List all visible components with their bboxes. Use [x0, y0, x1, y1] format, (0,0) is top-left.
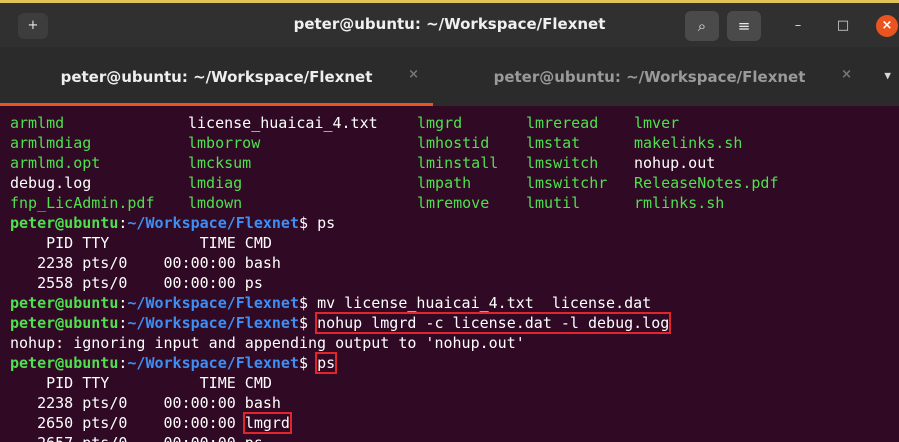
listing-row: fnp_LicAdmin.pdf lmdown lmremove lmutil rmli…: [10, 193, 895, 213]
prompt-symbol: $: [299, 314, 318, 332]
listing-row: armlmd license_huaicai_4.txt lmgrd lmreread…: [10, 113, 895, 133]
file-name: makelinks.sh: [634, 134, 743, 152]
hamburger-menu-icon[interactable]: ≡: [727, 11, 761, 41]
prompt-line: peter@ubuntu:~/Workspace/Flexnet$ ps: [10, 213, 895, 233]
active-tab-indicator: [0, 103, 433, 106]
output-line: PID TTY TIME CMD: [10, 374, 272, 392]
command-text: ps: [317, 214, 336, 232]
prompt-line: peter@ubuntu:~/Workspace/Flexnet$ nohup …: [10, 312, 895, 334]
output-line: nohup: ignoring input and appending outp…: [10, 334, 525, 352]
terminal-output[interactable]: armlmd license_huaicai_4.txt lmgrd lmreread…: [10, 113, 895, 442]
file-name: lmutil: [526, 194, 581, 212]
prompt-path: ~/Workspace/Flexnet: [127, 294, 299, 312]
highlighted-command: ps: [315, 352, 338, 374]
prompt-symbol: $: [299, 354, 318, 372]
highlighted-command: nohup lmgrd -c license.dat -l debug.log: [315, 312, 672, 334]
window-title: peter@ubuntu: ~/Workspace/Flexnet: [293, 15, 606, 33]
file-name: nohup.out: [634, 154, 716, 172]
file-name: ReleaseNotes.pdf: [634, 174, 779, 192]
prompt-path: ~/Workspace/Flexnet: [127, 214, 299, 232]
highlighted-process: lmgrd: [242, 412, 292, 434]
file-name: lmswitch: [526, 154, 599, 172]
prompt-user: peter@ubuntu: [10, 354, 119, 372]
file-name: lmhostid: [417, 134, 490, 152]
file-name: lmver: [634, 114, 680, 132]
file-name: lmstat: [526, 134, 581, 152]
tab-close-icon[interactable]: ×: [408, 67, 419, 82]
output-line: 2558 pts/0 00:00:00 ps: [10, 274, 263, 292]
file-name: lmswitchr: [526, 174, 608, 192]
terminal-window: + peter@ubuntu: ~/Workspace/Flexnet ⌕ ≡ …: [0, 0, 899, 442]
file-name: lmreread: [526, 114, 599, 132]
file-name: lmborrow: [188, 134, 261, 152]
output-line: 2238 pts/0 00:00:00 bash: [10, 394, 281, 412]
file-name: lmgrd: [417, 114, 463, 132]
file-name: lmdown: [188, 194, 243, 212]
tab-2[interactable]: peter@ubuntu: ~/Workspace/Flexnet ×: [433, 47, 866, 106]
tab-close-icon[interactable]: ×: [841, 67, 852, 82]
file-name: license_huaicai_4.txt: [188, 114, 378, 132]
prompt-user: peter@ubuntu: [10, 294, 119, 312]
process-info: 2650 pts/0 00:00:00: [10, 414, 245, 432]
tab-dropdown-icon[interactable]: ▼: [884, 69, 891, 82]
file-name: lminstall: [417, 154, 499, 172]
tab-label: peter@ubuntu: ~/Workspace/Flexnet: [60, 68, 373, 86]
listing-row: armlmdiag lmborrow lmhostid lmstat makelinks…: [10, 133, 895, 153]
output-line: 2238 pts/0 00:00:00 bash: [10, 254, 281, 272]
maximize-icon[interactable]: □: [832, 15, 854, 37]
search-icon[interactable]: ⌕: [685, 11, 719, 41]
file-name: fnp_LicAdmin.pdf: [10, 194, 155, 212]
file-name: armlmd.opt: [10, 154, 101, 172]
file-name: armlmdiag: [10, 134, 92, 152]
prompt-path: ~/Workspace/Flexnet: [127, 354, 299, 372]
prompt-path: ~/Workspace/Flexnet: [127, 314, 299, 332]
file-name: lmcksum: [188, 154, 252, 172]
prompt-user: peter@ubuntu: [10, 314, 119, 332]
prompt-user: peter@ubuntu: [10, 214, 119, 232]
tab-1[interactable]: peter@ubuntu: ~/Workspace/Flexnet ×: [0, 47, 433, 106]
command-text: mv license_huaicai_4.txt license.dat: [317, 294, 652, 312]
minimize-icon[interactable]: –: [787, 15, 809, 37]
title-bar: + peter@ubuntu: ~/Workspace/Flexnet ⌕ ≡ …: [0, 3, 899, 47]
listing-row: debug.log lmdiag lmpath lmswitchr ReleaseNot…: [10, 173, 895, 193]
prompt-line: peter@ubuntu:~/Workspace/Flexnet$ ps: [10, 352, 895, 374]
output-line: PID TTY TIME CMD: [10, 234, 272, 252]
listing-row: armlmd.opt lmcksum lminstall lmswitch nohup.…: [10, 153, 895, 173]
tab-label: peter@ubuntu: ~/Workspace/Flexnet: [493, 68, 806, 86]
close-icon[interactable]: ×: [876, 15, 898, 37]
output-line: 2650 pts/0 00:00:00 lmgrd: [10, 412, 895, 434]
prompt-symbol: $: [299, 294, 318, 312]
file-name: lmremove: [417, 194, 490, 212]
output-line: 2657 pts/0 00:00:00 ps: [10, 433, 895, 442]
file-name: debug.log: [10, 174, 92, 192]
prompt-line: peter@ubuntu:~/Workspace/Flexnet$ mv lic…: [10, 293, 895, 313]
tab-bar: peter@ubuntu: ~/Workspace/Flexnet × pete…: [0, 47, 899, 106]
prompt-symbol: $: [299, 214, 318, 232]
file-name: armlmd: [10, 114, 65, 132]
file-name: lmpath: [417, 174, 472, 192]
file-name: rmlinks.sh: [634, 194, 725, 212]
file-name: lmdiag: [188, 174, 243, 192]
